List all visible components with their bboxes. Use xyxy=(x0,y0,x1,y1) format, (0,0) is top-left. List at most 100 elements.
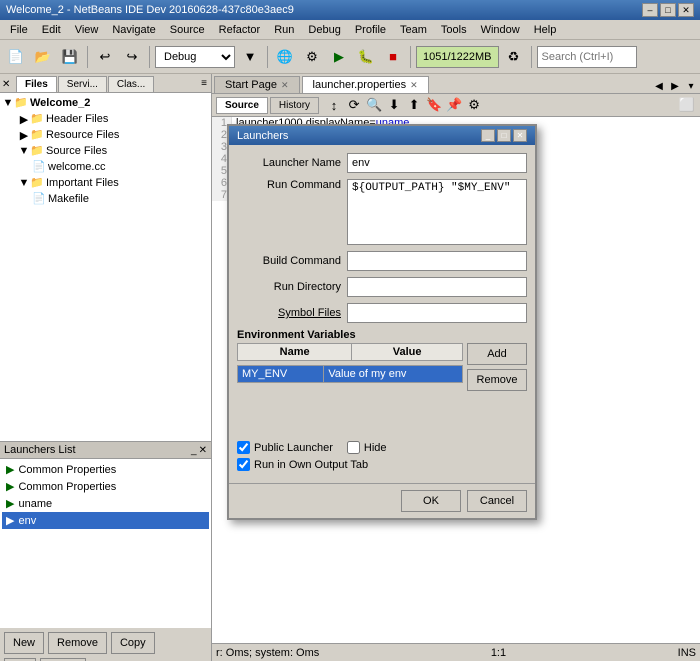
editor-tool-8[interactable]: ⚙ xyxy=(465,96,483,114)
launchers-close-btn[interactable]: ✕ xyxy=(199,445,207,456)
remove-env-btn[interactable]: Remove xyxy=(467,369,527,391)
editor-maximize-btn[interactable]: ⬜ xyxy=(678,96,696,114)
toolbar-sep-5 xyxy=(531,46,532,68)
menu-refactor[interactable]: Refactor xyxy=(213,23,267,37)
editor-tool-1[interactable]: ↕ xyxy=(325,96,343,114)
tab-start-page[interactable]: Start Page ✕ xyxy=(214,76,300,93)
symbol-files-input[interactable] xyxy=(347,303,527,323)
gc-btn[interactable]: ♻ xyxy=(502,45,526,69)
menu-help[interactable]: Help xyxy=(528,23,563,37)
file-tree: ▼ 📁 Welcome_2 ▶ 📁 Header Files ▶ 📁 Resou… xyxy=(0,93,211,441)
undo-btn[interactable]: ↩ xyxy=(93,45,117,69)
tab-history[interactable]: History xyxy=(270,97,319,114)
launcher-common-1[interactable]: ▶ Common Properties xyxy=(2,461,209,478)
play-btn[interactable]: ▶ xyxy=(327,45,351,69)
editor-tool-2[interactable]: ⟳ xyxy=(345,96,363,114)
menu-debug[interactable]: Debug xyxy=(302,23,346,37)
config-select[interactable]: Debug xyxy=(155,46,235,68)
menu-file[interactable]: File xyxy=(4,23,34,37)
maximize-btn[interactable]: □ xyxy=(660,3,676,17)
run-directory-input[interactable] xyxy=(347,277,527,297)
tab-services[interactable]: Servi... xyxy=(58,76,107,92)
left-panel-toggle[interactable]: ✕ xyxy=(2,79,16,90)
debug-run-btn[interactable]: 🐛 xyxy=(354,45,378,69)
tab-launcher-props[interactable]: launcher.properties ✕ xyxy=(302,76,429,93)
menu-team[interactable]: Team xyxy=(394,23,433,37)
run-directory-label: Run Directory xyxy=(237,281,347,293)
tab-classes[interactable]: Clas... xyxy=(108,76,154,92)
menu-run[interactable]: Run xyxy=(268,23,300,37)
settings-btn[interactable]: ⚙ xyxy=(300,45,324,69)
search-input[interactable] xyxy=(537,46,637,68)
own-output-checkbox[interactable] xyxy=(237,458,250,471)
menu-navigate[interactable]: Navigate xyxy=(106,23,161,37)
app-title: Welcome_2 - NetBeans IDE Dev 20160628-43… xyxy=(6,4,294,16)
launcher-label-common-2: Common Properties xyxy=(18,481,116,493)
build-command-input[interactable] xyxy=(347,251,527,271)
env-action-btns: Add Remove xyxy=(467,343,527,435)
copy-launcher-btn[interactable]: Copy xyxy=(111,632,155,654)
launcher-env[interactable]: ▶ env xyxy=(2,512,209,529)
launcher-name-input[interactable] xyxy=(347,153,527,173)
menu-view[interactable]: View xyxy=(69,23,105,37)
editor-tool-7[interactable]: 📌 xyxy=(445,96,463,114)
tab-start-close[interactable]: ✕ xyxy=(281,80,289,91)
dialog-title-bar: Launchers _ □ ✕ xyxy=(229,126,535,145)
globe-btn[interactable]: 🌐 xyxy=(273,45,297,69)
public-launcher-checkbox[interactable] xyxy=(237,441,250,454)
minimize-btn[interactable]: – xyxy=(642,3,658,17)
open-btn[interactable]: 📂 xyxy=(31,45,55,69)
hide-checkbox[interactable] xyxy=(347,441,360,454)
tab-files[interactable]: Files xyxy=(16,76,57,92)
tree-item-header-files[interactable]: ▶ 📁 Header Files xyxy=(2,111,209,127)
tree-label-important: Important Files xyxy=(46,177,119,189)
dialog-minimize-btn[interactable]: _ xyxy=(481,129,495,142)
stop-btn[interactable]: ■ xyxy=(381,45,405,69)
launcher-common-2[interactable]: ▶ Common Properties xyxy=(2,478,209,495)
add-env-btn[interactable]: Add xyxy=(467,343,527,365)
env-vars-area: Name Value MY_ENV Va xyxy=(237,343,527,435)
tab-source[interactable]: Source xyxy=(216,97,268,114)
menu-source[interactable]: Source xyxy=(164,23,211,37)
dialog-close-btn[interactable]: ✕ xyxy=(513,129,527,142)
toolbar-sep-4 xyxy=(410,46,411,68)
tab-nav-left[interactable]: ◀ xyxy=(652,79,666,93)
editor-tool-4[interactable]: ⬇ xyxy=(385,96,403,114)
tab-launcher-close[interactable]: ✕ xyxy=(410,80,418,91)
config-btn[interactable]: ▼ xyxy=(238,45,262,69)
editor-tool-5[interactable]: ⬆ xyxy=(405,96,423,114)
left-panel: ✕ Files Servi... Clas... ≡ ▼ 📁 Welcome_2… xyxy=(0,74,212,661)
tree-item-source-files[interactable]: ▼ 📁 Source Files xyxy=(2,143,209,159)
menu-window[interactable]: Window xyxy=(475,23,526,37)
editor-tool-6[interactable]: 🔖 xyxy=(425,96,443,114)
source-folder-icon: 📁 xyxy=(30,144,44,158)
launcher-uname[interactable]: ▶ uname xyxy=(2,495,209,512)
run-command-textarea[interactable]: ${OUTPUT_PATH} "$MY_ENV" xyxy=(347,179,527,245)
tree-item-important-files[interactable]: ▼ 📁 Important Files xyxy=(2,175,209,191)
tree-item-makefile[interactable]: 📄 Makefile xyxy=(2,191,209,207)
env-row-my-env[interactable]: MY_ENV Value of my env xyxy=(238,366,463,383)
menu-profile[interactable]: Profile xyxy=(349,23,392,37)
editor-tool-3[interactable]: 🔍 xyxy=(365,96,383,114)
new-project-btn[interactable]: 📄 xyxy=(4,45,28,69)
panel-menu-btn[interactable]: ≡ xyxy=(199,76,209,92)
remove-launcher-btn[interactable]: Remove xyxy=(48,632,107,654)
tree-item-welcome-cc[interactable]: 📄 welcome.cc xyxy=(2,159,209,175)
new-launcher-btn[interactable]: New xyxy=(4,632,44,654)
tab-nav-right[interactable]: ▶ xyxy=(668,79,682,93)
redo-btn[interactable]: ↪ xyxy=(120,45,144,69)
memory-btn[interactable]: 1051/1222MB xyxy=(416,46,499,68)
tree-item-resource-files[interactable]: ▶ 📁 Resource Files xyxy=(2,127,209,143)
menu-edit[interactable]: Edit xyxy=(36,23,67,37)
tab-nav-menu[interactable]: ▾ xyxy=(684,79,698,93)
toolbar-sep-1 xyxy=(87,46,88,68)
launchers-minimize-btn[interactable]: _ xyxy=(191,445,197,456)
save-btn[interactable]: 💾 xyxy=(58,45,82,69)
menu-tools[interactable]: Tools xyxy=(435,23,473,37)
close-btn[interactable]: ✕ xyxy=(678,3,694,17)
tree-root[interactable]: ▼ 📁 Welcome_2 xyxy=(2,95,209,111)
cancel-btn[interactable]: Cancel xyxy=(467,490,527,512)
dialog-maximize-btn[interactable]: □ xyxy=(497,129,511,142)
ok-btn[interactable]: OK xyxy=(401,490,461,512)
status-position: 1:1 xyxy=(491,647,506,659)
